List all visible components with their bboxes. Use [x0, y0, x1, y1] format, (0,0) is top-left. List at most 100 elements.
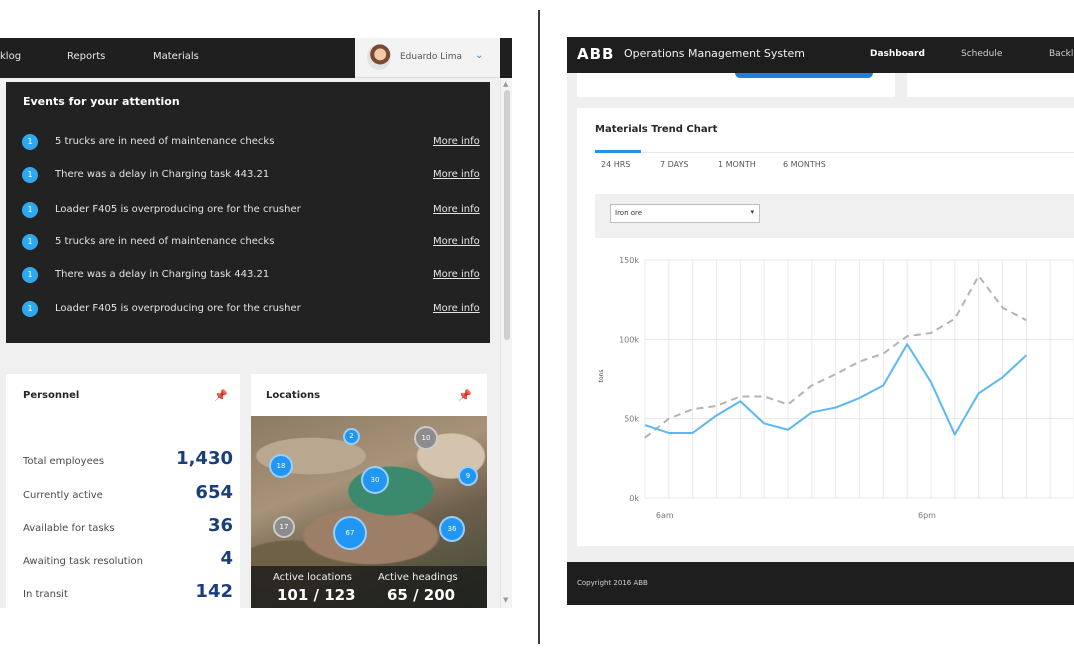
- map-cluster[interactable]: 9: [458, 466, 478, 486]
- event-item: 1 There was a delay in Charging task 443…: [6, 167, 490, 187]
- materials-trend-card: Materials Trend Chart 24 HRS 7 DAYS 1 MO…: [577, 108, 1074, 546]
- map-cluster[interactable]: 36: [439, 516, 465, 542]
- personnel-card: Personnel 📌 Total employees 1,430 Curren…: [6, 374, 240, 608]
- locations-map[interactable]: 2 10 18 30 9 17 67 36 Active locations 1…: [251, 416, 487, 608]
- x-tick-label: 6pm: [918, 511, 936, 520]
- map-cluster[interactable]: 18: [269, 454, 293, 478]
- scrollbar-thumb[interactable]: [504, 90, 510, 340]
- avatar: [367, 44, 391, 70]
- event-text: 5 trucks are in need of maintenance chec…: [55, 236, 275, 247]
- personnel-value: 1,430: [176, 448, 233, 469]
- event-badge: 1: [22, 167, 38, 183]
- personnel-label: Currently active: [23, 490, 103, 501]
- tab-1-month[interactable]: 1 MONTH: [718, 160, 756, 169]
- locations-title: Locations: [266, 390, 321, 401]
- tab-divider: [595, 152, 1074, 153]
- personnel-label: Available for tasks: [23, 523, 115, 534]
- map-cluster[interactable]: 67: [333, 516, 367, 550]
- primary-button-edge[interactable]: [735, 73, 873, 78]
- map-cluster[interactable]: 2: [343, 428, 360, 445]
- event-text: Loader F405 is overproducing ore for the…: [55, 204, 301, 215]
- desktop-dashboard-screen: ABB Operations Management System Dashboa…: [567, 37, 1074, 605]
- more-info-link[interactable]: More info: [433, 204, 480, 215]
- y-tick-label: 150k: [619, 256, 639, 265]
- personnel-value: 654: [195, 482, 233, 503]
- nav-schedule[interactable]: Schedule: [961, 49, 1002, 59]
- app-title: Operations Management System: [624, 47, 805, 60]
- material-select-value: Iron ore: [615, 209, 643, 217]
- active-headings-value: 65 / 200: [387, 586, 456, 604]
- dropdown-caret-icon: ▾: [750, 208, 754, 216]
- personnel-row: In transit 142: [23, 581, 233, 605]
- personnel-value: 36: [207, 515, 233, 536]
- event-badge: 1: [22, 202, 38, 218]
- personnel-label: In transit: [23, 589, 68, 600]
- more-info-link[interactable]: More info: [433, 303, 480, 314]
- event-item: 1 5 trucks are in need of maintenance ch…: [6, 134, 490, 154]
- event-text: Loader F405 is overproducing ore for the…: [55, 303, 301, 314]
- personnel-title: Personnel: [23, 390, 80, 401]
- personnel-label: Total employees: [23, 456, 105, 467]
- chevron-down-icon[interactable]: ⌄: [475, 50, 483, 61]
- y-tick-label: 100k: [619, 335, 639, 344]
- user-menu[interactable]: Eduardo Lima ⌄: [355, 38, 500, 78]
- nav-item-reports[interactable]: Reports: [67, 51, 105, 62]
- nav-dashboard[interactable]: Dashboard: [870, 49, 925, 59]
- personnel-row: Total employees 1,430: [23, 448, 233, 472]
- tab-7-days[interactable]: 7 DAYS: [660, 160, 688, 169]
- nav-item-materials[interactable]: Materials: [153, 51, 199, 62]
- app-header: ABB Operations Management System Dashboa…: [567, 37, 1074, 73]
- nav-backlog[interactable]: Backl: [1049, 49, 1073, 59]
- event-item: 1 Loader F405 is overproducing ore for t…: [6, 301, 490, 321]
- mobile-dashboard-screen: klog Reports Materials Eduardo Lima ⌄ Ev…: [0, 38, 512, 608]
- pin-icon[interactable]: 📌: [458, 389, 472, 402]
- more-info-link[interactable]: More info: [433, 236, 480, 247]
- event-badge: 1: [22, 234, 38, 250]
- active-locations-value: 101 / 123: [277, 586, 356, 604]
- active-locations-label: Active locations: [273, 572, 352, 583]
- tab-6-months[interactable]: 6 MONTHS: [783, 160, 826, 169]
- y-tick-label: 50k: [624, 415, 639, 424]
- more-info-link[interactable]: More info: [433, 169, 480, 180]
- personnel-row: Awaiting task resolution 4: [23, 548, 233, 572]
- chart-title: Materials Trend Chart: [595, 124, 718, 135]
- event-text: There was a delay in Charging task 443.2…: [55, 169, 270, 180]
- event-badge: 1: [22, 267, 38, 283]
- vertical-scrollbar[interactable]: ▲ ▼: [500, 78, 512, 608]
- scroll-up-icon[interactable]: ▲: [503, 80, 508, 88]
- y-tick-label: 0k: [629, 494, 639, 503]
- y-axis-label: tons: [598, 370, 605, 383]
- locations-card: Locations 📌 2 10 18 30 9 17 67 36 Active…: [251, 374, 487, 608]
- material-select[interactable]: Iron ore ▾: [610, 204, 760, 223]
- user-name: Eduardo Lima: [400, 52, 463, 62]
- top-navigation: klog Reports Materials Eduardo Lima ⌄: [0, 38, 512, 78]
- nav-item-backlog[interactable]: klog: [0, 51, 21, 62]
- map-cluster[interactable]: 17: [273, 516, 295, 538]
- event-badge: 1: [22, 134, 38, 150]
- tab-24-hrs[interactable]: 24 HRS: [601, 160, 630, 169]
- personnel-value: 142: [195, 581, 233, 602]
- personnel-row: Currently active 654: [23, 482, 233, 506]
- active-headings-label: Active headings: [378, 572, 458, 583]
- map-cluster[interactable]: 10: [414, 426, 438, 450]
- event-item: 1 5 trucks are in need of maintenance ch…: [6, 234, 490, 254]
- event-badge: 1: [22, 301, 38, 317]
- map-cluster[interactable]: 30: [361, 466, 389, 494]
- more-info-link[interactable]: More info: [433, 269, 480, 280]
- map-summary: Active locations 101 / 123 Active headin…: [251, 566, 487, 608]
- x-tick-label: 6am: [656, 511, 674, 520]
- pin-icon[interactable]: 📌: [214, 389, 228, 402]
- materials-trend-chart: 0k 50k 100k 150k 6am 6pm tons: [598, 256, 1074, 520]
- event-item: 1 There was a delay in Charging task 443…: [6, 267, 490, 287]
- app-footer: Copyright 2016 ABB: [567, 562, 1074, 605]
- personnel-label: Awaiting task resolution: [23, 556, 143, 567]
- scroll-down-icon[interactable]: ▼: [503, 596, 508, 604]
- event-text: 5 trucks are in need of maintenance chec…: [55, 136, 275, 147]
- more-info-link[interactable]: More info: [433, 136, 480, 147]
- abb-logo: ABB: [577, 45, 615, 63]
- summary-card: [907, 73, 1074, 97]
- events-title: Events for your attention: [23, 95, 180, 108]
- personnel-row: Available for tasks 36: [23, 515, 233, 539]
- event-text: There was a delay in Charging task 443.2…: [55, 269, 270, 280]
- personnel-value: 4: [220, 548, 233, 569]
